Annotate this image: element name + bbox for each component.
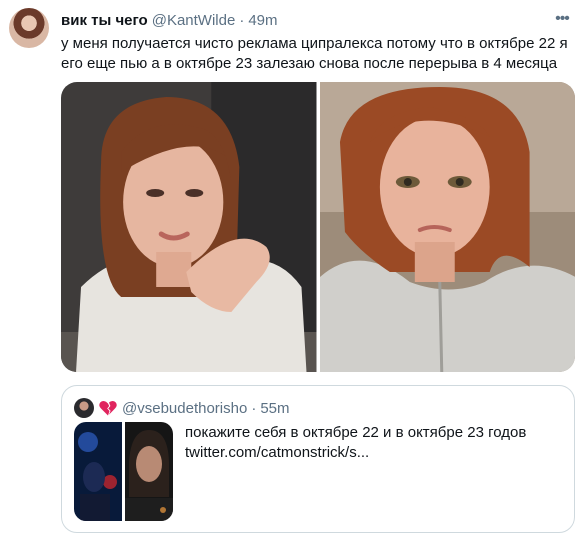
tweet-media-grid (61, 82, 575, 372)
author-avatar[interactable] (9, 8, 49, 48)
separator-dot: · (239, 11, 245, 29)
author-name[interactable]: вик ты чего (61, 12, 148, 29)
author-handle[interactable]: @KantWilde (152, 12, 236, 29)
tweet[interactable]: вик ты чего @KantWilde · 49m ••• у меня … (0, 0, 586, 543)
quote-timestamp[interactable]: 55m (260, 400, 289, 417)
tweet-timestamp[interactable]: 49m (248, 12, 277, 29)
quote-text-block: покажите себя в октябре 22 и в октябре 2… (185, 423, 565, 463)
quote-author-handle[interactable]: @vsebudethorisho (122, 400, 247, 417)
quote-link[interactable]: twitter.com/catmonstrick/s... (185, 443, 565, 463)
quoted-tweet[interactable]: @vsebudethorisho · 55m покажите себя в о… (61, 385, 575, 533)
quote-header: @vsebudethorisho · 55m (74, 398, 290, 418)
quote-media-grid (74, 422, 173, 521)
quote-text: покажите себя в октябре 22 и в октябре 2… (185, 424, 527, 441)
tweet-text: у меня получается чисто реклама ципралек… (61, 35, 568, 72)
more-icon[interactable]: ••• (552, 9, 572, 29)
quote-separator-dot: · (251, 399, 257, 417)
broken-heart-icon (99, 400, 117, 416)
tweet-header: вик ты чего @KantWilde · 49m (61, 10, 278, 30)
quote-photo-1[interactable] (74, 422, 122, 521)
tweet-photo-1[interactable] (61, 82, 317, 372)
quote-author-avatar (74, 398, 94, 418)
quote-photo-2[interactable] (125, 422, 173, 521)
tweet-photo-2[interactable] (319, 82, 575, 372)
